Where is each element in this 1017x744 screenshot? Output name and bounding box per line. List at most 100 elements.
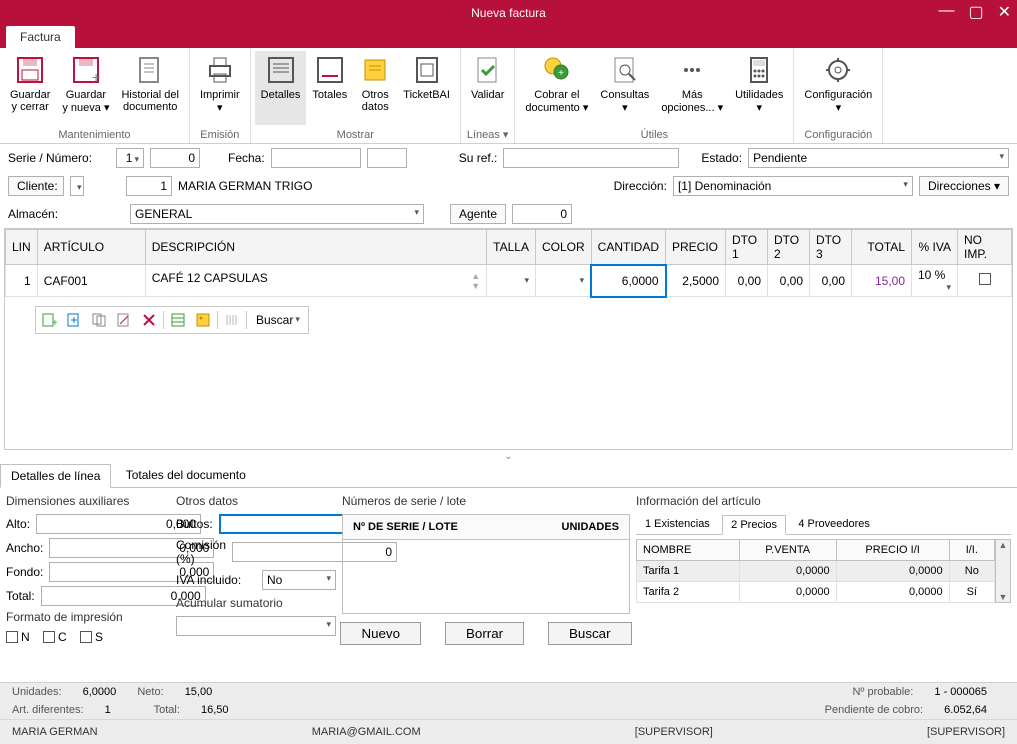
col-talla[interactable]: TALLA <box>487 230 536 265</box>
details-button[interactable]: Detalles <box>255 51 307 125</box>
col-iva[interactable]: % IVA <box>912 230 958 265</box>
price-row[interactable]: Tarifa 20,00000,0000Sí <box>637 582 995 603</box>
subtab-precios[interactable]: 2 Precios <box>722 515 786 535</box>
group-label-emision: Emisión <box>194 129 246 143</box>
check-icon <box>472 54 504 86</box>
col-lin[interactable]: LIN <box>6 230 38 265</box>
cliente-dd[interactable]: ▾ <box>70 176 84 196</box>
validate-button[interactable]: Validar <box>465 51 510 125</box>
acum-select[interactable]: ▾ <box>176 616 336 636</box>
tab-strip: Factura <box>0 26 1017 48</box>
ancho-label: Ancho: <box>6 541 43 555</box>
col-color[interactable]: COLOR <box>535 230 591 265</box>
tab-totales-doc[interactable]: Totales del documento <box>115 463 257 487</box>
charge-doc-button[interactable]: + Cobrar el documento ▾ <box>519 51 594 125</box>
almacen-select[interactable]: GENERAL▾ <box>130 204 424 224</box>
serie-hdr2: UNIDADES <box>562 521 619 533</box>
serie-field[interactable]: 1▾ <box>116 148 144 168</box>
fecha-aux-input[interactable] <box>367 148 407 168</box>
col-dto3[interactable]: DTO 3 <box>810 230 852 265</box>
table-icon[interactable] <box>167 309 189 331</box>
other-data-button[interactable]: Otros datos <box>353 51 397 125</box>
ribbon: Guardar y cerrar + Guardar y nueva ▾ His… <box>0 48 1017 144</box>
disk-plus-icon: + <box>70 54 102 86</box>
history-button[interactable]: Historial del documento <box>115 51 184 125</box>
sb-neto-l: Neto: <box>137 686 163 698</box>
col-desc[interactable]: DESCRIPCIÓN <box>145 230 486 265</box>
totals-button[interactable]: Totales <box>306 51 353 125</box>
sb-email: MARIA@GMAIL.COM <box>312 726 421 738</box>
fecha-input[interactable] <box>271 148 361 168</box>
new-line-icon[interactable]: + <box>38 309 60 331</box>
tab-detalles-linea[interactable]: Detalles de línea <box>0 464 111 488</box>
queries-button[interactable]: Consultas ▾ <box>594 51 655 125</box>
delete-line-icon[interactable] <box>138 309 160 331</box>
sb-total: 16,50 <box>201 704 229 716</box>
suref-input[interactable] <box>503 148 679 168</box>
iva-inc-select[interactable]: No▾ <box>262 570 336 590</box>
acum-title: Acumular sumatorio <box>176 596 336 610</box>
cantidad-cell[interactable]: 6,0000 <box>591 265 665 297</box>
otros-title: Otros datos <box>176 494 336 508</box>
svg-text:+: + <box>92 69 100 85</box>
money-icon: + <box>541 54 573 86</box>
tab-factura[interactable]: Factura <box>6 26 75 48</box>
buscar-button[interactable]: Buscar <box>548 622 631 645</box>
col-articulo[interactable]: ARTÍCULO <box>37 230 145 265</box>
minimize-button[interactable]: — <box>938 2 954 22</box>
scrollbar[interactable]: ▲▼ <box>995 539 1011 603</box>
chk-n[interactable]: N <box>6 630 30 644</box>
splitter[interactable]: ⌄ <box>0 450 1017 463</box>
direccion-select[interactable]: [1] Denominación▾ <box>673 176 913 196</box>
col-total[interactable]: TOTAL <box>852 230 912 265</box>
title-bar: Nueva factura — ▢ ✕ <box>0 0 1017 26</box>
maximize-button[interactable]: ▢ <box>968 2 983 22</box>
dim-total-label: Total: <box>6 589 35 603</box>
col-noimp[interactable]: NO IMP. <box>958 230 1012 265</box>
save-new-button[interactable]: + Guardar y nueva ▾ <box>56 51 115 125</box>
borrar-button[interactable]: Borrar <box>445 622 524 645</box>
agente-button[interactable]: Agente <box>450 204 506 224</box>
copy-line-icon[interactable] <box>88 309 110 331</box>
col-cantidad[interactable]: CANTIDAD <box>591 230 665 265</box>
edit-line-icon[interactable] <box>113 309 135 331</box>
col-dto2[interactable]: DTO 2 <box>768 230 810 265</box>
cliente-name: MARIA GERMAN TRIGO <box>178 179 312 193</box>
agente-num-input[interactable] <box>512 204 572 224</box>
print-button[interactable]: Imprimir ▾ <box>194 51 246 125</box>
barcode-icon[interactable] <box>221 309 243 331</box>
chk-c[interactable]: C <box>43 630 67 644</box>
cliente-button[interactable]: Cliente: <box>8 176 64 196</box>
config-button[interactable]: Configuración ▾ <box>798 51 878 125</box>
utilities-button[interactable]: Utilidades ▾ <box>729 51 789 125</box>
image-icon[interactable] <box>192 309 214 331</box>
estado-select[interactable]: Pendiente▾ <box>748 148 1009 168</box>
search-lines-button[interactable]: Buscar ▾ <box>250 309 306 331</box>
numero-input[interactable] <box>150 148 200 168</box>
serie-hdr1: Nº DE SERIE / LOTE <box>353 521 458 533</box>
sb-nprob-l: Nº probable: <box>852 686 913 698</box>
group-label-utiles: Útiles <box>519 129 789 143</box>
more-options-button[interactable]: Más opciones... ▾ <box>655 51 729 125</box>
nuevo-button[interactable]: Nuevo <box>340 622 421 645</box>
chk-s[interactable]: S <box>80 630 103 644</box>
cliente-num-input[interactable] <box>126 176 172 196</box>
fecha-label: Fecha: <box>228 151 265 165</box>
fondo-label: Fondo: <box>6 565 43 579</box>
subtab-proveedores[interactable]: 4 Proveedores <box>789 514 879 534</box>
document-history-icon <box>134 54 166 86</box>
window-title: Nueva factura <box>471 6 546 20</box>
insert-line-icon[interactable] <box>63 309 85 331</box>
subtab-existencias[interactable]: 1 Existencias <box>636 514 719 534</box>
close-button[interactable]: ✕ <box>998 2 1011 22</box>
sb-nprob: 1 - 000065 <box>934 686 987 698</box>
price-row[interactable]: Tarifa 10,00000,0000No <box>637 561 995 582</box>
col-dto1[interactable]: DTO 1 <box>726 230 768 265</box>
alto-label: Alto: <box>6 517 30 531</box>
search-doc-icon <box>609 54 641 86</box>
col-precio[interactable]: PRECIO <box>666 230 726 265</box>
direcciones-button[interactable]: Direcciones ▾ <box>919 176 1009 196</box>
table-row[interactable]: 1 CAF001 CAFÉ 12 CAPSULAS▲▼ ▾ ▾ 6,0000 2… <box>6 265 1012 297</box>
save-close-button[interactable]: Guardar y cerrar <box>4 51 56 125</box>
ticketbai-button[interactable]: TicketBAI <box>397 51 456 125</box>
